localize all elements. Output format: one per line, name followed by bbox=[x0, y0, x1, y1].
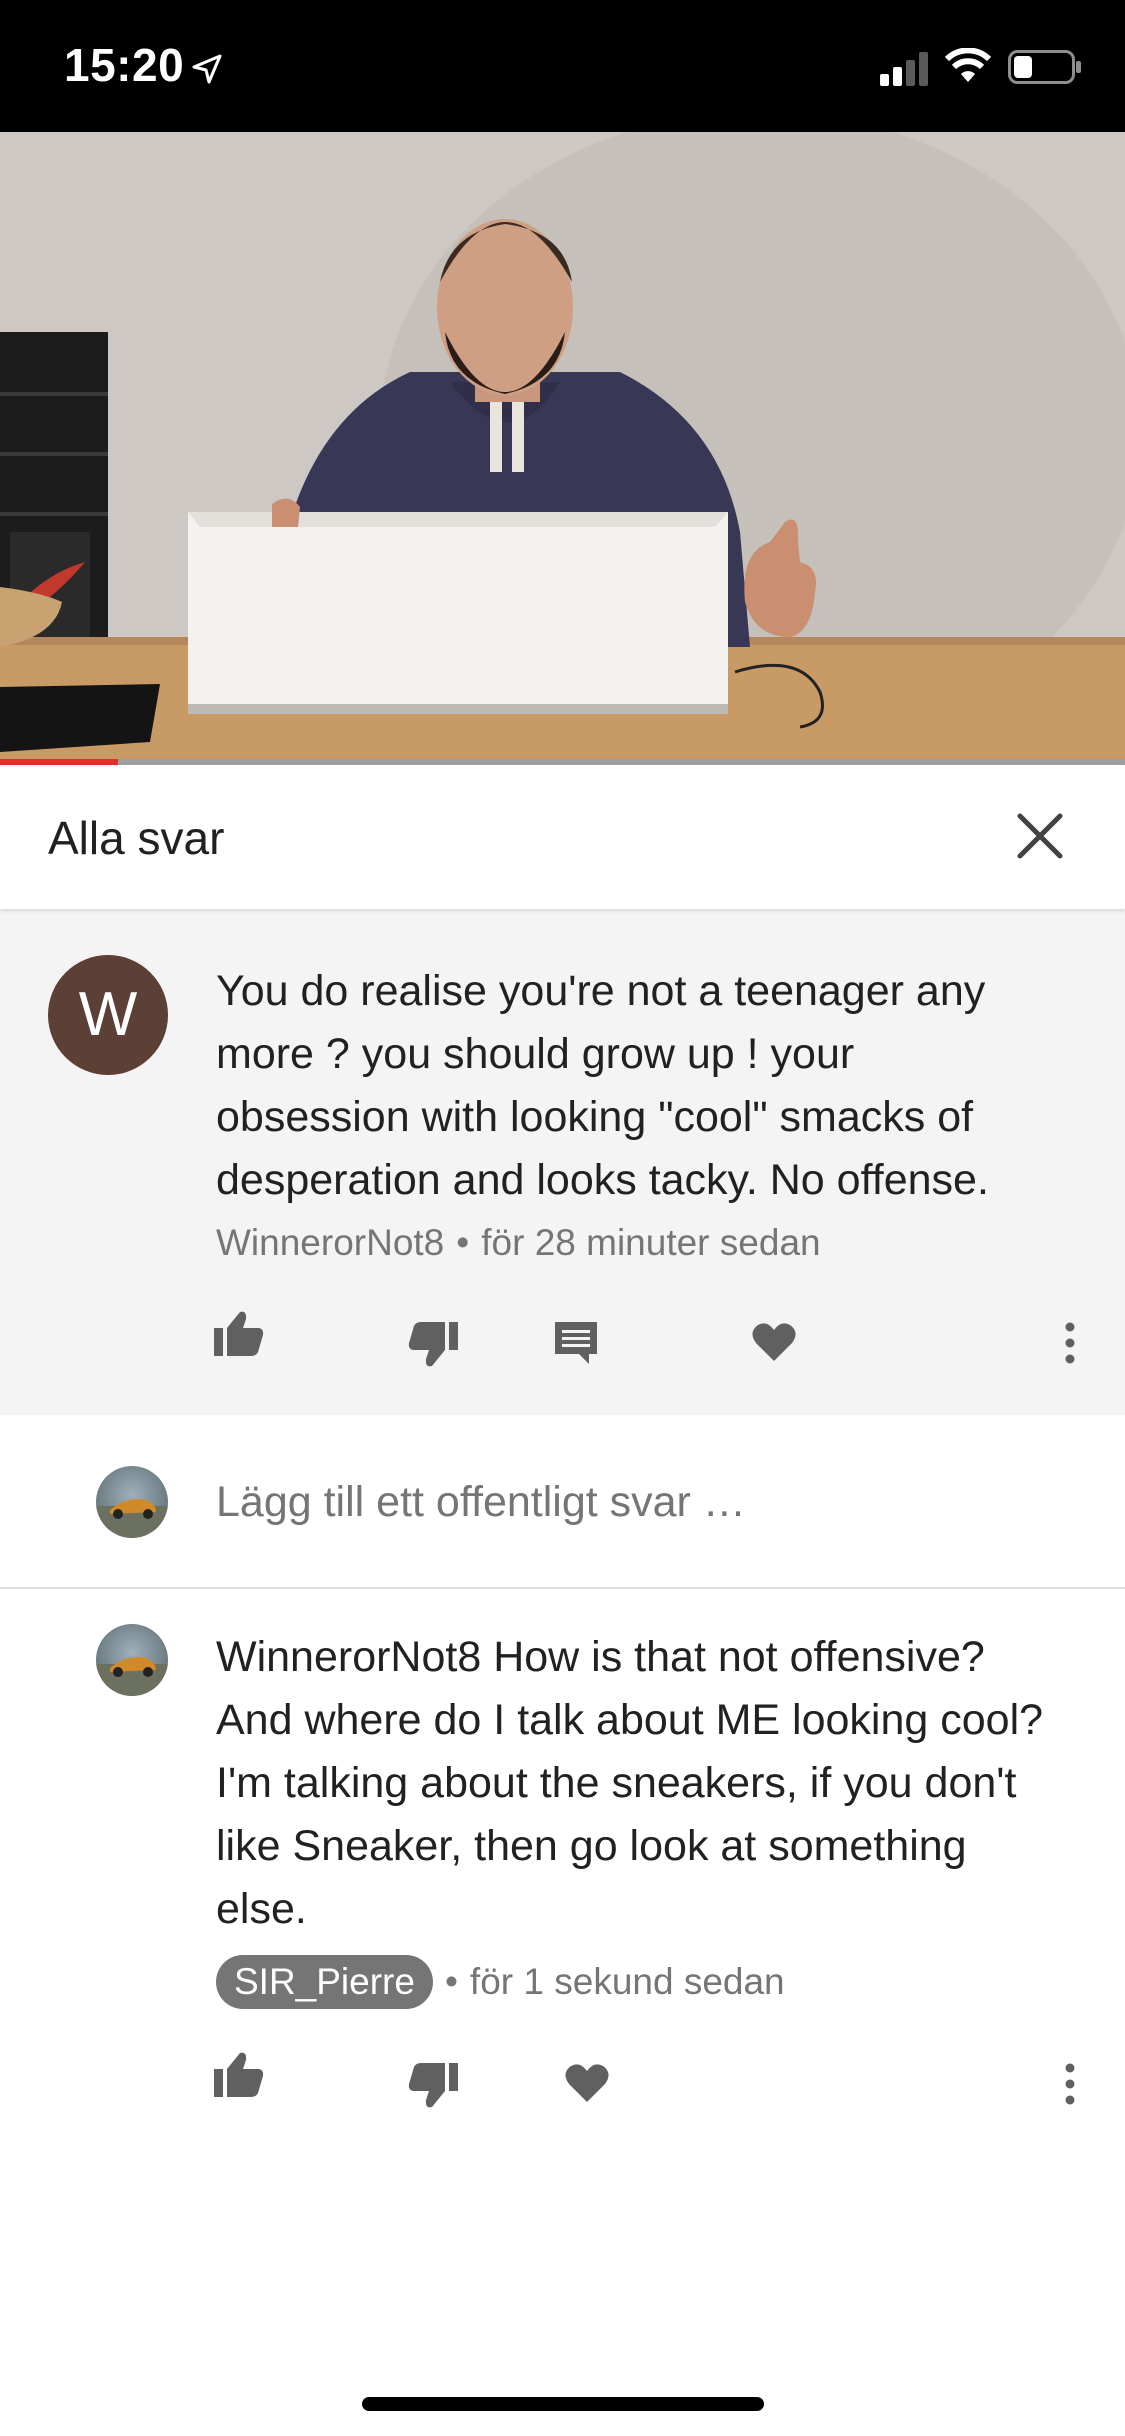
signal-icon bbox=[880, 52, 928, 86]
reply-comment-meta: SIR_Pierre • för 1 sekund sedan bbox=[216, 1955, 785, 2009]
parent-comment-text: You do realise you're not a teenager any… bbox=[216, 960, 1096, 1212]
heart-icon[interactable] bbox=[752, 1322, 796, 1362]
replies-title: Alla svar bbox=[48, 812, 225, 864]
meta-separator: • bbox=[456, 1222, 470, 1263]
heart-icon[interactable] bbox=[565, 2063, 609, 2103]
home-indicator[interactable] bbox=[362, 2397, 764, 2411]
battery-icon bbox=[1008, 50, 1081, 84]
reply-input[interactable]: Lägg till ett offentligt svar … bbox=[216, 1478, 746, 1527]
comment-line: I'm talking about the sneakers, if you d… bbox=[216, 1759, 1017, 1807]
comment-line: obsession with looking "cool" smacks of bbox=[216, 1093, 974, 1141]
video-frame bbox=[0, 132, 1125, 765]
more-vert-icon[interactable] bbox=[1060, 1322, 1080, 1364]
location-arrow-icon bbox=[192, 54, 222, 84]
reply-avatar[interactable] bbox=[96, 1624, 168, 1696]
comment-line: desperation and looks tacky. No offense. bbox=[216, 1156, 989, 1204]
user-avatar bbox=[96, 1466, 168, 1538]
comment-line: like Sneaker, then go look at something bbox=[216, 1822, 967, 1870]
comment-line: else. bbox=[216, 1885, 307, 1933]
commenter-avatar[interactable]: W bbox=[48, 955, 168, 1075]
wifi-icon bbox=[945, 48, 991, 82]
dislike-icon[interactable] bbox=[408, 2063, 458, 2109]
meta-separator: • bbox=[444, 1961, 458, 2002]
replies-header: Alla svar bbox=[0, 765, 1125, 909]
like-icon[interactable] bbox=[214, 1310, 264, 1356]
reply-comment-text: WinnerorNot8 How is that not offensive? … bbox=[216, 1626, 1096, 1941]
status-bar: 15:20 bbox=[0, 0, 1125, 132]
close-icon[interactable] bbox=[1010, 806, 1070, 866]
comment-author[interactable]: WinnerorNot8 bbox=[216, 1222, 444, 1263]
status-time: 15:20 bbox=[64, 39, 185, 91]
comment-line: WinnerorNot8 How is that not offensive? bbox=[216, 1633, 985, 1681]
comment-line: You do realise you're not a teenager any bbox=[216, 967, 986, 1015]
reply-author-chip[interactable]: SIR_Pierre bbox=[216, 1955, 433, 2009]
like-icon[interactable] bbox=[214, 2051, 264, 2097]
dislike-icon[interactable] bbox=[408, 1322, 458, 1368]
parent-comment-meta: WinnerorNot8 • för 28 minuter sedan bbox=[216, 1222, 821, 1264]
comment-line: more ? you should grow up ! your bbox=[216, 1030, 855, 1078]
reply-icon[interactable] bbox=[553, 1320, 599, 1366]
more-vert-icon[interactable] bbox=[1060, 2063, 1080, 2105]
car-avatar-image bbox=[96, 1499, 168, 1538]
comment-time: för 1 sekund sedan bbox=[469, 1961, 785, 2002]
car-avatar-image bbox=[96, 1657, 168, 1696]
comment-time: för 28 minuter sedan bbox=[481, 1222, 821, 1263]
comment-line: And where do I talk about ME looking coo… bbox=[216, 1696, 1044, 1744]
video-player[interactable] bbox=[0, 132, 1125, 765]
